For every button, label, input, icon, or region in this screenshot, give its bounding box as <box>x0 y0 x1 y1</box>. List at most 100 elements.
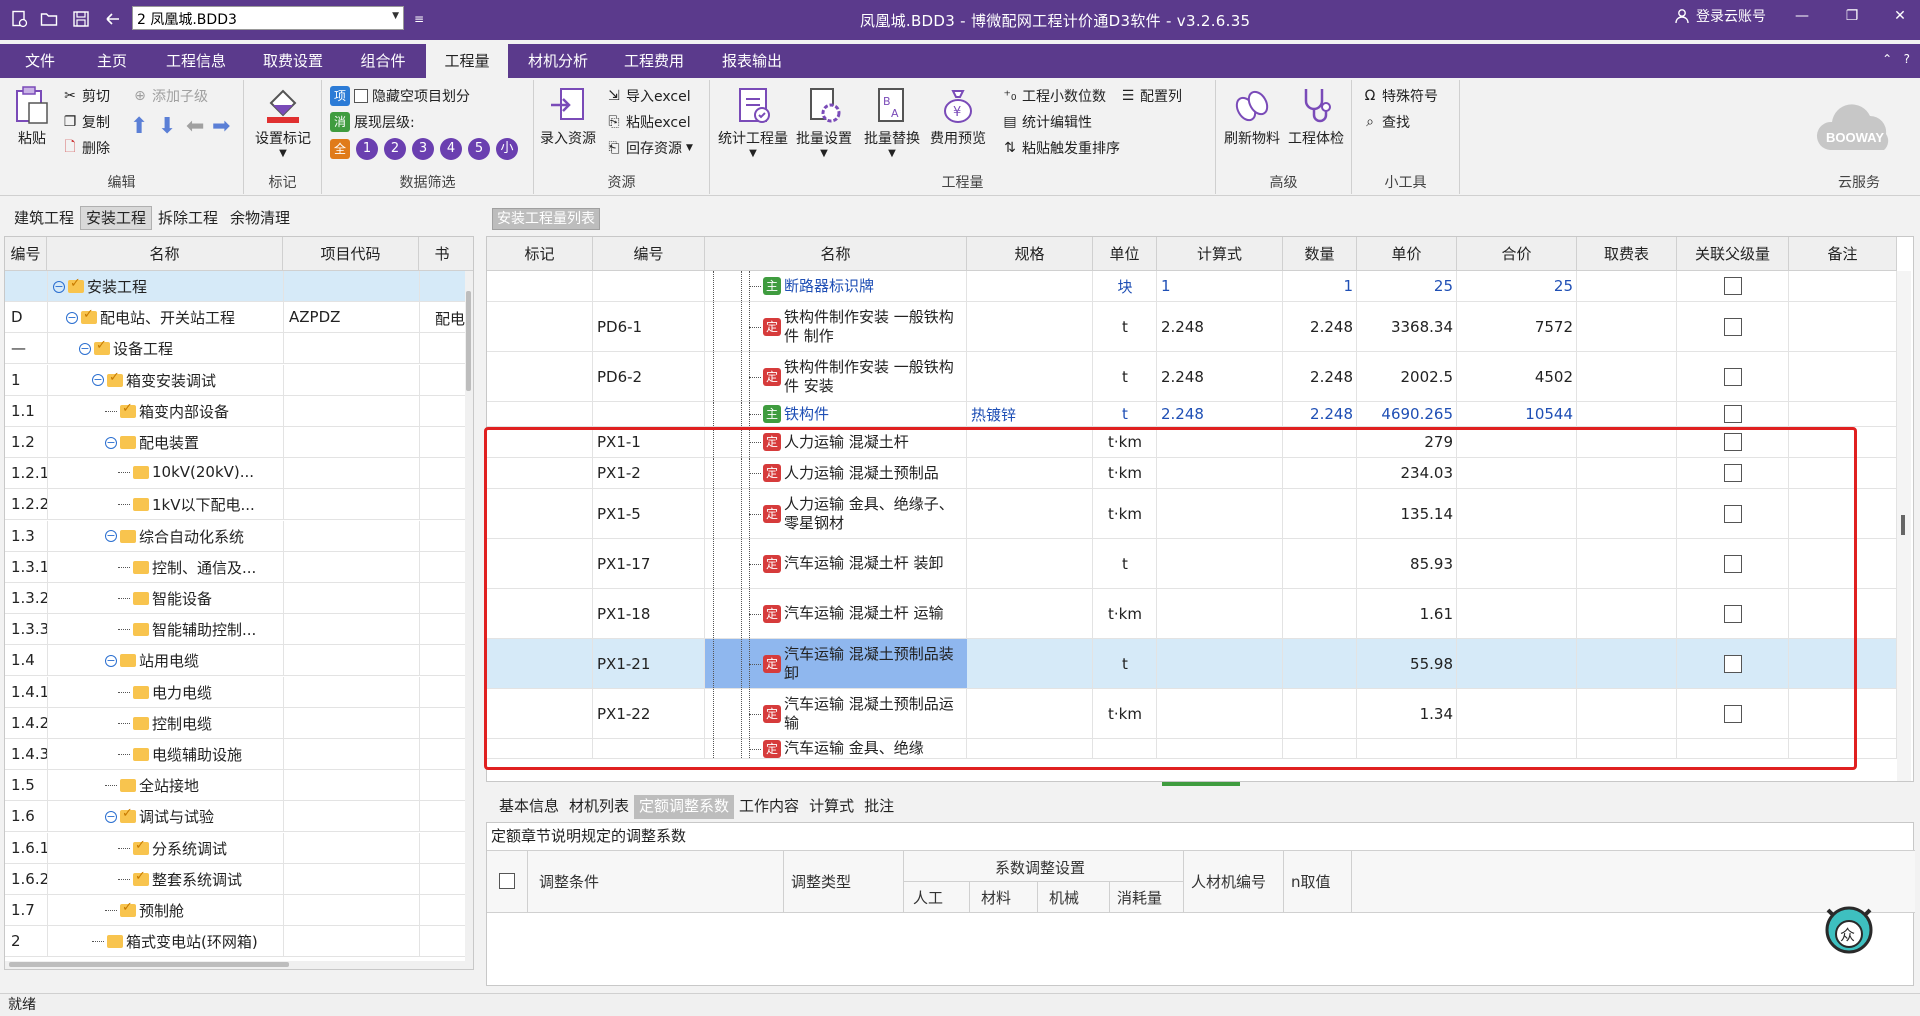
tree-row[interactable]: 1.3.3 智能辅助控制... <box>5 614 465 646</box>
cell-mark[interactable] <box>487 402 593 426</box>
cell-name[interactable]: 定汽车运输 混凝土杆 装卸 <box>705 539 967 588</box>
cell-unit[interactable]: t·km <box>1093 689 1157 738</box>
header-remark[interactable]: 备注 <box>1789 237 1897 271</box>
decimals-button[interactable]: ⁺₀ 工程小数位数 <box>1002 86 1106 106</box>
header-unit[interactable]: 单位 <box>1093 237 1157 271</box>
cell-formula[interactable] <box>1157 458 1283 488</box>
cell-price[interactable] <box>1357 739 1457 758</box>
cell-spec[interactable] <box>967 539 1093 588</box>
cell-total[interactable]: 25 <box>1457 271 1577 301</box>
quantity-list-scroll-thumb[interactable] <box>1901 515 1905 535</box>
delete-button[interactable]: 🗋 删除 <box>62 138 110 158</box>
cell-qty[interactable] <box>1283 539 1357 588</box>
header-qty[interactable]: 数量 <box>1283 237 1357 271</box>
cell-code[interactable]: PD6-1 <box>593 302 705 351</box>
cell-qty[interactable] <box>1283 589 1357 638</box>
cell-unit[interactable]: t·km <box>1093 589 1157 638</box>
cell-name[interactable]: 定铁构件制作安装 一般铁构件 制作 <box>705 302 967 351</box>
input-resource-button[interactable]: 录入资源 <box>536 84 600 148</box>
tree-row[interactable]: 1.6 − 调试与试验 <box>5 801 465 833</box>
header-fee-table[interactable]: 取费表 <box>1577 237 1677 271</box>
cell-mark[interactable] <box>487 639 593 688</box>
cell-name[interactable]: 定人力运输 金具、绝缘子、零星钢材 <box>705 489 967 538</box>
level-1-button[interactable]: 1 <box>356 138 378 160</box>
tree-row[interactable]: 1.3 − 综合自动化系统 <box>5 520 465 552</box>
parent-link-checkbox[interactable] <box>1724 433 1742 451</box>
login-button[interactable]: 登录云账号 <box>1674 6 1766 26</box>
cell-qty[interactable] <box>1283 427 1357 457</box>
cell-formula[interactable] <box>1157 689 1283 738</box>
tree-row[interactable]: 1.2.1 10kV(20kV)... <box>5 458 465 490</box>
cell-name[interactable]: 定铁构件制作安装 一般铁构件 安装 <box>705 352 967 401</box>
cell-price[interactable]: 2002.5 <box>1357 352 1457 401</box>
tab-report-output[interactable]: 报表输出 <box>712 44 792 78</box>
cell-mark[interactable] <box>487 589 593 638</box>
tree-row[interactable]: 1.3.2 智能设备 <box>5 583 465 614</box>
cell-mark[interactable] <box>487 739 593 758</box>
cell-formula[interactable] <box>1157 739 1283 758</box>
level-small-button[interactable]: 小 <box>496 138 518 160</box>
undo-icon[interactable] <box>100 6 126 32</box>
close-icon[interactable]: ✕ <box>1888 8 1912 28</box>
tab-quota-coefficient[interactable]: 定额调整系数 <box>634 795 735 819</box>
cell-price[interactable]: 1.61 <box>1357 589 1457 638</box>
ribbon-collapse-icon[interactable]: ⌃ ? <box>1882 52 1910 66</box>
collapse-icon[interactable]: − <box>53 280 65 293</box>
booway-cloud-logo[interactable]: BOOWAY <box>1812 100 1904 164</box>
cell-name[interactable]: 定人力运输 混凝土杆 <box>705 427 967 457</box>
cell-unit[interactable] <box>1093 739 1157 758</box>
cell-price[interactable]: 1.34 <box>1357 689 1457 738</box>
tree-row[interactable]: 1.5 全站接地 <box>5 770 465 802</box>
minimize-icon[interactable]: — <box>1790 8 1814 28</box>
quantity-list-scrollbar[interactable] <box>1897 271 1911 781</box>
cell-code[interactable]: PX1-17 <box>593 539 705 588</box>
cell-qty[interactable] <box>1283 689 1357 738</box>
cell-total[interactable] <box>1457 539 1577 588</box>
collapse-icon[interactable]: − <box>105 810 117 823</box>
quantity-row[interactable]: PX1-5 定人力运输 金具、绝缘子、零星钢材 t·km 135.14 <box>487 489 1897 539</box>
cell-total[interactable]: 10544 <box>1457 402 1577 426</box>
cell-mark[interactable] <box>487 271 593 301</box>
tree-row[interactable]: 1 − 箱变安装调试 <box>5 364 465 396</box>
cell-formula[interactable]: 2.248 <box>1157 402 1283 426</box>
parent-link-checkbox[interactable] <box>1724 554 1742 573</box>
cell-mark[interactable] <box>487 458 593 488</box>
tree-row[interactable]: 1.7 预制舱 <box>5 895 465 926</box>
tab-project-cost[interactable]: 工程费用 <box>614 44 694 78</box>
cell-name[interactable]: 定汽车运输 混凝土预制品装卸 <box>705 639 967 688</box>
save-icon[interactable] <box>68 6 94 32</box>
cell-total[interactable] <box>1457 589 1577 638</box>
tab-fee-settings[interactable]: 取费设置 <box>252 44 334 78</box>
new-file-icon[interactable] <box>6 6 32 32</box>
header-extra[interactable]: 书 <box>419 237 465 271</box>
file-select[interactable]: 2 凤凰城.BDD3 ▼ <box>132 6 404 30</box>
quantity-row[interactable]: PX1-18 定汽车运输 混凝土杆 运输 t·km 1.61 <box>487 589 1897 639</box>
cell-qty[interactable] <box>1283 639 1357 688</box>
stat-quantity-button[interactable]: 统计工程量 ▼ <box>716 84 790 159</box>
header-name[interactable]: 名称 <box>705 237 967 271</box>
header-code[interactable]: 编号 <box>593 237 705 271</box>
cell-mark[interactable] <box>487 302 593 351</box>
header-project-code[interactable]: 项目代码 <box>283 237 419 271</box>
import-excel-button[interactable]: ⇲ 导入excel <box>606 86 690 106</box>
cell-unit[interactable]: t <box>1093 539 1157 588</box>
fee-preview-button[interactable]: ¥ 费用预览 <box>926 84 990 148</box>
level-2-button[interactable]: 2 <box>384 138 406 160</box>
move-left-icon[interactable]: ⬅ <box>186 114 204 139</box>
header-formula[interactable]: 计算式 <box>1157 237 1283 271</box>
cell-unit[interactable]: t·km <box>1093 458 1157 488</box>
config-cols-button[interactable]: ☰ 配置列 <box>1120 86 1182 106</box>
quantity-row[interactable]: PX1-21 定汽车运输 混凝土预制品装卸 t 55.98 <box>487 639 1897 689</box>
cell-spec[interactable] <box>967 639 1093 688</box>
stat-editor-button[interactable]: ▤ 统计编辑性 <box>1002 112 1092 132</box>
cancel-chip[interactable]: 消 <box>330 112 350 132</box>
parent-link-checkbox[interactable] <box>1724 504 1742 523</box>
cell-name[interactable]: 定汽车运输 金具、绝缘 <box>705 739 967 758</box>
cell-qty[interactable] <box>1283 458 1357 488</box>
tab-assembly[interactable]: 组合件 <box>350 44 416 78</box>
tree-row[interactable]: — − 设备工程 <box>5 333 465 365</box>
tab-basic-info[interactable]: 基本信息 <box>494 795 564 819</box>
cell-formula[interactable] <box>1157 427 1283 457</box>
find-button[interactable]: ⌕ 查找 <box>1362 112 1410 132</box>
tree-horizontal-scrollbar[interactable] <box>5 961 465 969</box>
